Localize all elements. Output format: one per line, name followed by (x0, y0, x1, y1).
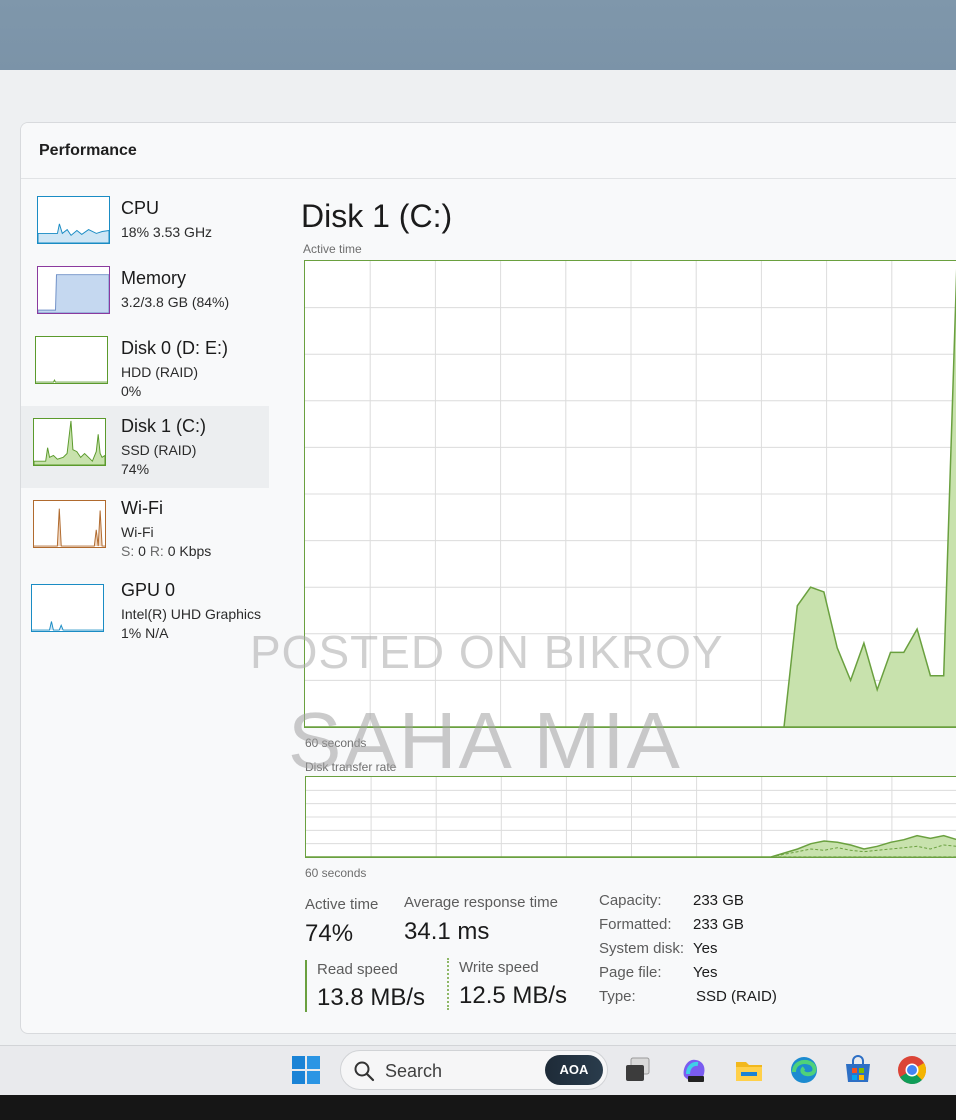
watermark-line-2: SAHA MIA (288, 696, 682, 785)
sidebar-item-name: GPU 0 (121, 580, 176, 600)
active-time-stat-value: 74% (305, 920, 354, 947)
system-disk-value: Yes (693, 940, 718, 957)
disk-title: Disk 1 (C:) (301, 198, 453, 234)
sidebar-item-detail: 18% 3.53 GHz (121, 224, 213, 240)
sidebar-item-wifi[interactable]: Wi-Fi Wi-Fi S: 0 R: 0 Kbps (21, 488, 269, 570)
search-placeholder: Search (385, 1061, 443, 1081)
transfer-rate-graph (305, 776, 956, 858)
memory-thumbnail-graph (37, 266, 110, 314)
system-disk-label: System disk: (599, 940, 685, 957)
sidebar-item-detail: HDD (RAID) (121, 364, 198, 380)
copilot-app-icon[interactable] (678, 1054, 710, 1086)
write-speed-stat-value: 12.5 MB/s (459, 982, 568, 1009)
formatted-value: 233 GB (693, 916, 744, 933)
sidebar-item-usage: 74% (121, 461, 150, 477)
disk-1-thumbnail-graph (33, 418, 106, 466)
task-manager-window: Performance CPU 18% 3.53 GHz Memory 3.2/… (20, 122, 956, 1034)
windows-start-icon[interactable] (290, 1054, 322, 1086)
search-highlight-badge[interactable]: AOA (545, 1055, 603, 1085)
performance-sidebar: CPU 18% 3.53 GHz Memory 3.2/3.8 GB (84%)… (21, 180, 271, 1033)
sidebar-item-gpu-0[interactable]: GPU 0 Intel(R) UHD Graphics 1% N/A (21, 570, 269, 652)
receive-value: 0 Kbps (167, 543, 212, 559)
sidebar-item-disk-1[interactable]: Disk 1 (C:) SSD (RAID) 74% (21, 406, 269, 488)
screen-bezel (0, 1095, 956, 1120)
sidebar-item-name: Disk 0 (D: E:) (121, 338, 229, 358)
sidebar-item-usage: 0% (121, 383, 142, 399)
active-time-stat-label: Active time (305, 896, 379, 913)
capacity-label: Capacity: (599, 892, 662, 909)
microsoft-store-icon[interactable] (842, 1054, 874, 1086)
task-view-icon[interactable] (622, 1054, 654, 1086)
write-speed-stat-label: Write speed (459, 959, 539, 976)
transfer-rate-graph-timespan: 60 seconds (305, 866, 367, 880)
transfer-rate-chart (306, 777, 956, 857)
page-file-value: Yes (693, 964, 718, 981)
disk-0-thumbnail-graph (35, 336, 108, 384)
sidebar-item-name: Disk 1 (C:) (121, 416, 206, 436)
write-speed-indicator (447, 958, 449, 1010)
search-icon (354, 1061, 375, 1082)
chrome-browser-icon[interactable] (896, 1054, 928, 1086)
cpu-thumbnail-graph (37, 196, 110, 244)
active-time-graph-label: Active time (303, 242, 362, 256)
gpu-thumbnail-graph (31, 584, 104, 632)
type-value: SSD (RAID) (696, 988, 777, 1005)
sidebar-item-name: Wi-Fi (121, 498, 163, 518)
sidebar-item-disk-0[interactable]: Disk 0 (D: E:) HDD (RAID) 0% (21, 328, 269, 410)
sidebar-item-detail: 3.2/3.8 GB (84%) (121, 294, 230, 310)
sidebar-item-name: CPU (121, 198, 160, 218)
disk-detail-panel: Disk 1 (C:) Active time 60 seconds Disk … (301, 180, 956, 1033)
edge-browser-icon[interactable] (788, 1054, 820, 1086)
read-speed-stat-label: Read speed (317, 961, 398, 978)
send-label: S: (121, 543, 135, 559)
sidebar-item-detail: Wi-Fi (121, 524, 154, 540)
title-bar: Performance (21, 123, 956, 179)
sidebar-item-throughput: S: 0 R: 0 Kbps (121, 543, 211, 559)
type-label: Type: (599, 988, 636, 1005)
formatted-label: Formatted: (599, 916, 672, 933)
page-title: Performance (39, 142, 137, 159)
avg-response-stat-label: Average response time (404, 894, 558, 911)
desktop-wallpaper (0, 0, 956, 70)
taskbar: Search AOA (0, 1045, 956, 1095)
capacity-value: 233 GB (693, 892, 744, 909)
page-file-label: Page file: (599, 964, 662, 981)
wifi-thumbnail-graph (33, 500, 106, 548)
watermark-line-1: POSTED ON BIKROY (250, 626, 724, 678)
send-value: 0 (138, 543, 146, 559)
read-speed-stat-value: 13.8 MB/s (317, 984, 426, 1011)
avg-response-stat-value: 34.1 ms (404, 918, 490, 945)
sidebar-item-detail: SSD (RAID) (121, 442, 197, 458)
taskbar-search-box[interactable]: Search AOA (340, 1050, 608, 1090)
read-speed-indicator (305, 960, 307, 1012)
file-explorer-icon[interactable] (733, 1054, 765, 1086)
receive-label: R: (149, 543, 164, 559)
sidebar-item-usage: 1% N/A (121, 625, 169, 641)
sidebar-item-detail: Intel(R) UHD Graphics (121, 606, 262, 622)
sidebar-item-name: Memory (121, 268, 187, 288)
